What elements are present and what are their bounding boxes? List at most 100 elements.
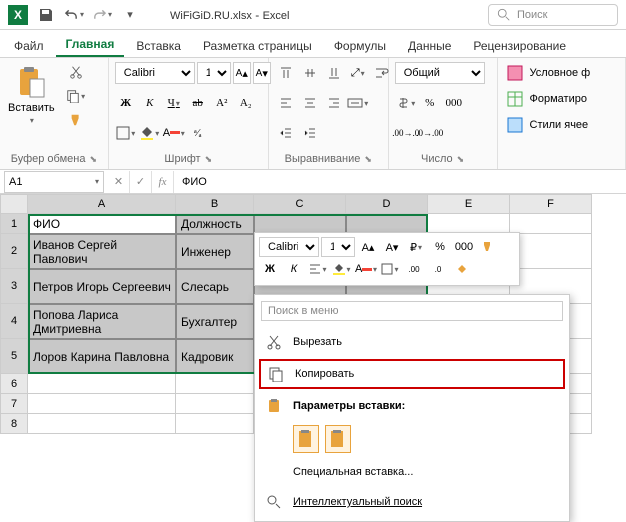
mini-clear-icon[interactable] (451, 259, 473, 279)
cell-b6[interactable] (176, 374, 254, 394)
number-format-select[interactable]: Общий (395, 62, 485, 84)
superscript-button[interactable]: A² (211, 92, 233, 114)
row-header-7[interactable]: 7 (0, 394, 28, 414)
cell-a6[interactable] (28, 374, 176, 394)
cell-d1[interactable] (346, 214, 428, 234)
select-all-button[interactable] (0, 194, 28, 214)
cell-a3[interactable]: Петров Игорь Сергеевич (28, 269, 176, 304)
format-as-table-button[interactable]: Форматиро (504, 88, 589, 110)
mini-currency-icon[interactable]: ₽▾ (405, 237, 427, 257)
tab-page-layout[interactable]: Разметка страницы (193, 35, 322, 57)
row-header-8[interactable]: 8 (0, 414, 28, 434)
column-header-a[interactable]: A (28, 194, 176, 214)
redo-icon[interactable]: ▾ (92, 5, 112, 25)
name-box[interactable]: A1▾ (4, 171, 104, 193)
strikethrough-button[interactable]: ab (187, 92, 209, 114)
tab-home[interactable]: Главная (56, 33, 125, 57)
column-header-b[interactable]: B (176, 194, 254, 214)
cell-a4[interactable]: Попова Лариса Дмитриевна (28, 304, 176, 339)
cell-styles-button[interactable]: Стили ячее (504, 114, 591, 136)
mini-increase-decimal-icon[interactable]: .0 (427, 259, 449, 279)
align-dialog-launcher[interactable]: ⬊ (364, 154, 372, 165)
mini-format-painter-icon[interactable] (477, 237, 499, 257)
cell-b3[interactable]: Слесарь (176, 269, 254, 304)
cell-c1[interactable] (254, 214, 346, 234)
align-right-icon[interactable] (323, 92, 345, 114)
currency-icon[interactable]: ▾ (395, 92, 417, 114)
cell-f1[interactable] (510, 214, 592, 234)
qat-customize-icon[interactable]: ▾ (120, 5, 140, 25)
borders-button[interactable]: ▾ (115, 122, 137, 144)
fill-color-button[interactable]: ▾ (139, 122, 161, 144)
subscript-button[interactable]: A₂ (235, 92, 257, 114)
orientation-icon[interactable]: ⤢▾ (347, 62, 369, 84)
font-color-button[interactable]: A▾ (163, 122, 185, 144)
font-size-select[interactable]: 11 (197, 62, 231, 84)
cell-b7[interactable] (176, 394, 254, 414)
increase-decimal-icon[interactable]: .00→.0 (395, 122, 417, 144)
cell-b5[interactable]: Кадровик (176, 339, 254, 374)
cell-a1[interactable]: ФИО (28, 214, 176, 234)
search-input[interactable]: Поиск (488, 4, 618, 26)
paste-option-default[interactable] (293, 425, 319, 453)
column-header-c[interactable]: C (254, 194, 346, 214)
row-header-3[interactable]: 3 (0, 269, 28, 304)
row-header-2[interactable]: 2 (0, 234, 28, 269)
percent-icon[interactable]: % (419, 92, 441, 114)
comma-icon[interactable]: 000 (443, 92, 465, 114)
copy-icon[interactable]: ▾ (65, 86, 87, 106)
font-name-select[interactable]: Calibri (115, 62, 195, 84)
tab-insert[interactable]: Вставка (126, 35, 191, 57)
mini-borders-icon[interactable]: ▾ (379, 259, 401, 279)
cell-b8[interactable] (176, 414, 254, 434)
align-bottom-icon[interactable] (323, 62, 345, 84)
mini-size-select[interactable]: 11 (321, 237, 355, 257)
increase-indent-icon[interactable] (299, 122, 321, 144)
row-header-1[interactable]: 1 (0, 214, 28, 234)
number-dialog-launcher[interactable]: ⬊ (457, 154, 465, 165)
mini-bold-button[interactable]: Ж (259, 259, 281, 279)
formula-input[interactable]: ФИО (174, 171, 626, 193)
cell-b1[interactable]: Должность (176, 214, 254, 234)
decrease-indent-icon[interactable] (275, 122, 297, 144)
underline-button[interactable]: Ч▾ (163, 92, 185, 114)
tab-formulas[interactable]: Формулы (324, 35, 396, 57)
tab-data[interactable]: Данные (398, 35, 461, 57)
row-header-4[interactable]: 4 (0, 304, 28, 339)
align-center-icon[interactable] (299, 92, 321, 114)
cell-a2[interactable]: Иванов Сергей Павлович (28, 234, 176, 269)
tab-review[interactable]: Рецензирование (463, 35, 576, 57)
menu-smart-lookup[interactable]: Интеллектуальный поиск (255, 487, 569, 517)
mini-comma-icon[interactable]: 000 (453, 237, 475, 257)
paste-option-values[interactable] (325, 425, 351, 453)
row-header-6[interactable]: 6 (0, 374, 28, 394)
mini-increase-font-icon[interactable]: A▴ (357, 237, 379, 257)
conditional-formatting-button[interactable]: Условное ф (504, 62, 593, 84)
merge-cells-icon[interactable]: ▾ (347, 92, 369, 114)
paste-button[interactable]: Вставить▾ (6, 62, 57, 127)
mini-decrease-font-icon[interactable]: A▾ (381, 237, 403, 257)
cell-b4[interactable]: Бухгалтер (176, 304, 254, 339)
mini-fill-color-icon[interactable]: ▾ (331, 259, 353, 279)
mini-decrease-decimal-icon[interactable]: .00 (403, 259, 425, 279)
align-middle-icon[interactable] (299, 62, 321, 84)
cell-a7[interactable] (28, 394, 176, 414)
italic-button[interactable]: К (139, 92, 161, 114)
save-icon[interactable] (36, 5, 56, 25)
decrease-decimal-icon[interactable]: .0→.00 (419, 122, 441, 144)
column-header-e[interactable]: E (428, 194, 510, 214)
cell-f2[interactable] (510, 234, 592, 269)
mini-percent-icon[interactable]: % (429, 237, 451, 257)
cell-a8[interactable] (28, 414, 176, 434)
undo-icon[interactable]: ▾ (64, 5, 84, 25)
mini-font-color-icon[interactable]: A▾ (355, 259, 377, 279)
menu-search-input[interactable]: Поиск в меню (261, 301, 563, 321)
row-header-5[interactable]: 5 (0, 339, 28, 374)
menu-copy[interactable]: Копировать (259, 359, 565, 389)
bold-button[interactable]: Ж (115, 92, 137, 114)
cut-icon[interactable] (65, 62, 87, 82)
menu-paste-special[interactable]: Специальная вставка... (255, 457, 569, 487)
align-top-icon[interactable] (275, 62, 297, 84)
column-header-f[interactable]: F (510, 194, 592, 214)
align-left-icon[interactable] (275, 92, 297, 114)
